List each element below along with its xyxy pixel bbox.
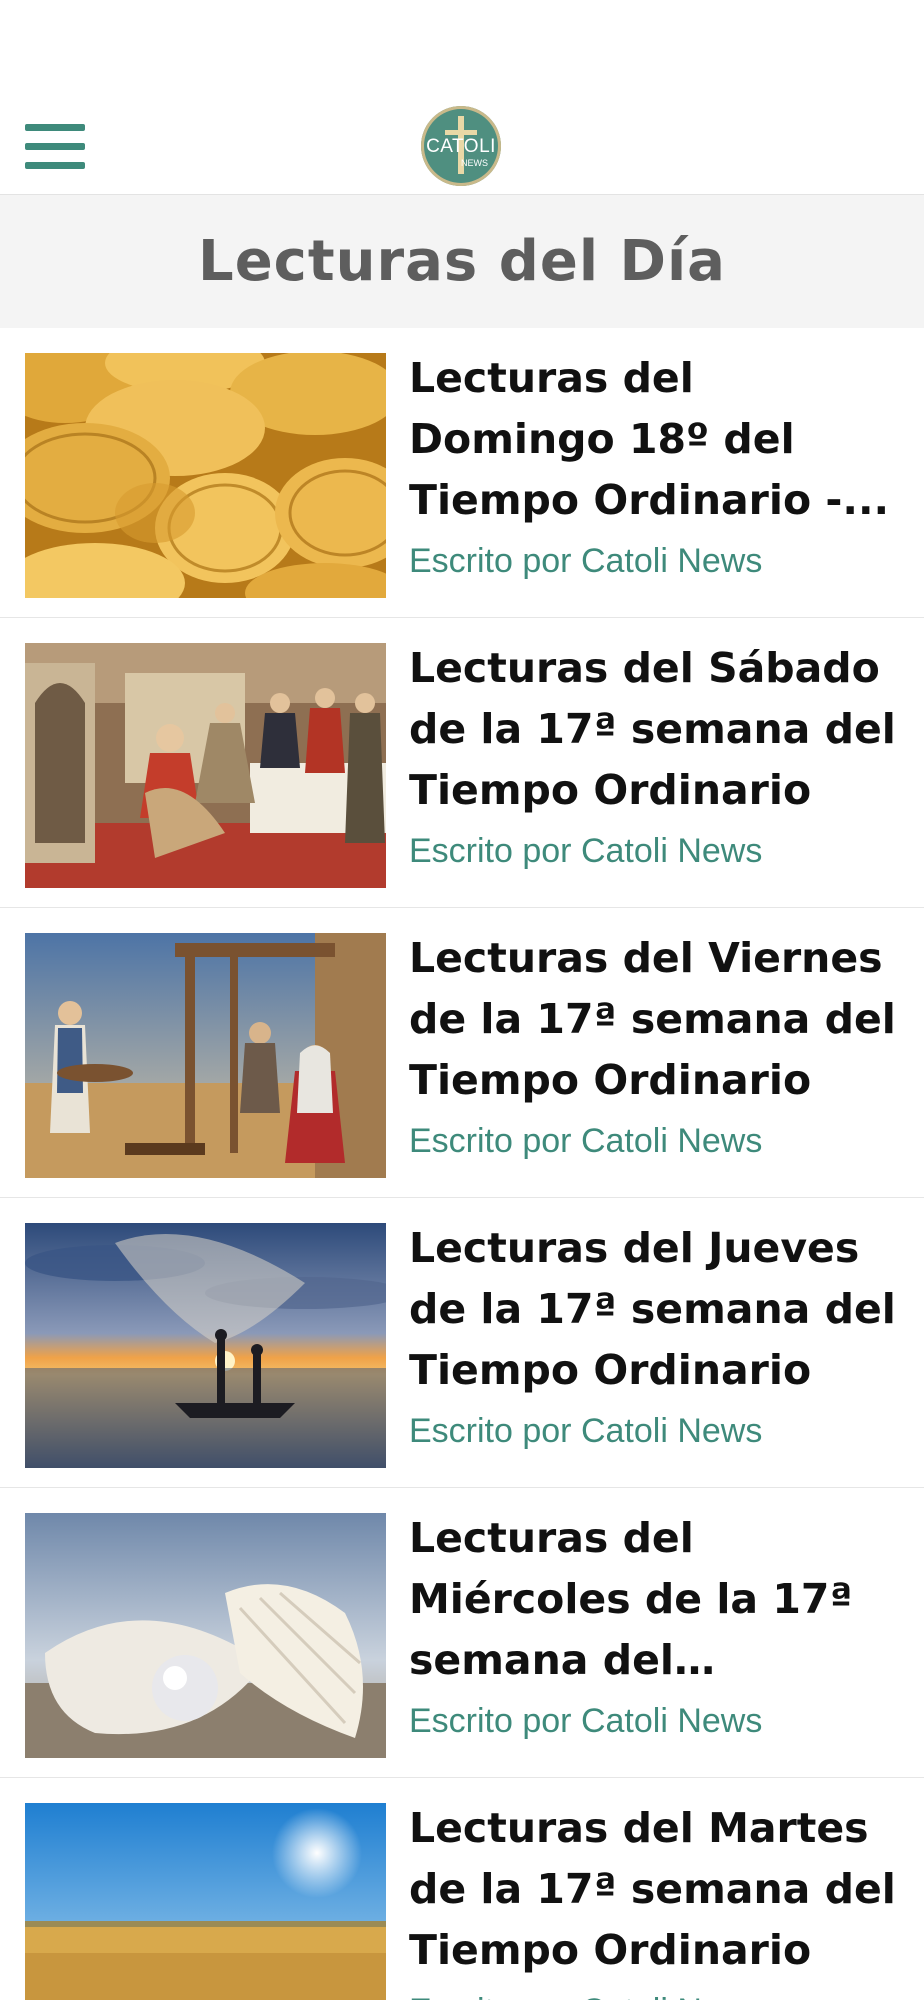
article-list-item[interactable]: Lecturas del Jueves de la 17ª semana del…: [0, 1198, 924, 1488]
hamburger-menu-icon[interactable]: [25, 124, 85, 170]
app-screen: CATOLI NEWS Lecturas del Día Lecturas de…: [0, 0, 924, 2000]
article-title[interactable]: Lecturas del Jueves de la 17ª semana del…: [409, 1218, 899, 1401]
holy-family-workshop-image: [25, 933, 386, 1178]
catoli-news-logo[interactable]: CATOLI NEWS: [421, 106, 501, 186]
article-author: Escrito por Catoli News: [409, 1702, 763, 1740]
wheat-field-image: [25, 1803, 386, 2000]
article-list-item[interactable]: Lecturas del Martes de la 17ª semana del…: [0, 1778, 924, 2000]
article-list-item[interactable]: Lecturas del Miércoles de la 17ª semana …: [0, 1488, 924, 1778]
fishermen-net-sunset-image: [25, 1223, 386, 1468]
article-author: Escrito por Catoli News: [409, 1992, 762, 2000]
status-bar: [0, 0, 924, 96]
pearl-shell-image: [25, 1513, 386, 1758]
logo-text: CATOLI: [426, 136, 496, 157]
article-list-item[interactable]: Lecturas del Viernes de la 17ª semana de…: [0, 908, 924, 1198]
article-list-item[interactable]: Lecturas del Domingo 18º del Tiempo Ordi…: [0, 328, 924, 618]
article-author: Escrito por Catoli News: [409, 542, 763, 580]
article-list: Lecturas del Domingo 18º del Tiempo Ordi…: [0, 328, 924, 2000]
article-list-item[interactable]: Lecturas del Sábado de la 17ª semana del…: [0, 618, 924, 908]
page-title: Lecturas del Día: [198, 229, 726, 294]
app-header: CATOLI NEWS: [0, 96, 924, 195]
article-author: Escrito por Catoli News: [409, 1122, 763, 1160]
article-title[interactable]: Lecturas del Sábado de la 17ª semana del…: [409, 638, 899, 821]
article-title[interactable]: Lecturas del Domingo 18º del Tiempo Ordi…: [409, 348, 899, 531]
title-band: Lecturas del Día: [0, 195, 924, 328]
banquet-painting-image: [25, 643, 386, 888]
article-author: Escrito por Catoli News: [409, 832, 763, 870]
article-title[interactable]: Lecturas del Viernes de la 17ª semana de…: [409, 928, 899, 1111]
article-title[interactable]: Lecturas del Martes de la 17ª semana del…: [409, 1798, 899, 1981]
gold-coins-image: [25, 353, 386, 598]
article-author: Escrito por Catoli News: [409, 1412, 763, 1450]
logo-subtext: NEWS: [461, 158, 488, 168]
article-title[interactable]: Lecturas del Miércoles de la 17ª semana …: [409, 1508, 899, 1691]
